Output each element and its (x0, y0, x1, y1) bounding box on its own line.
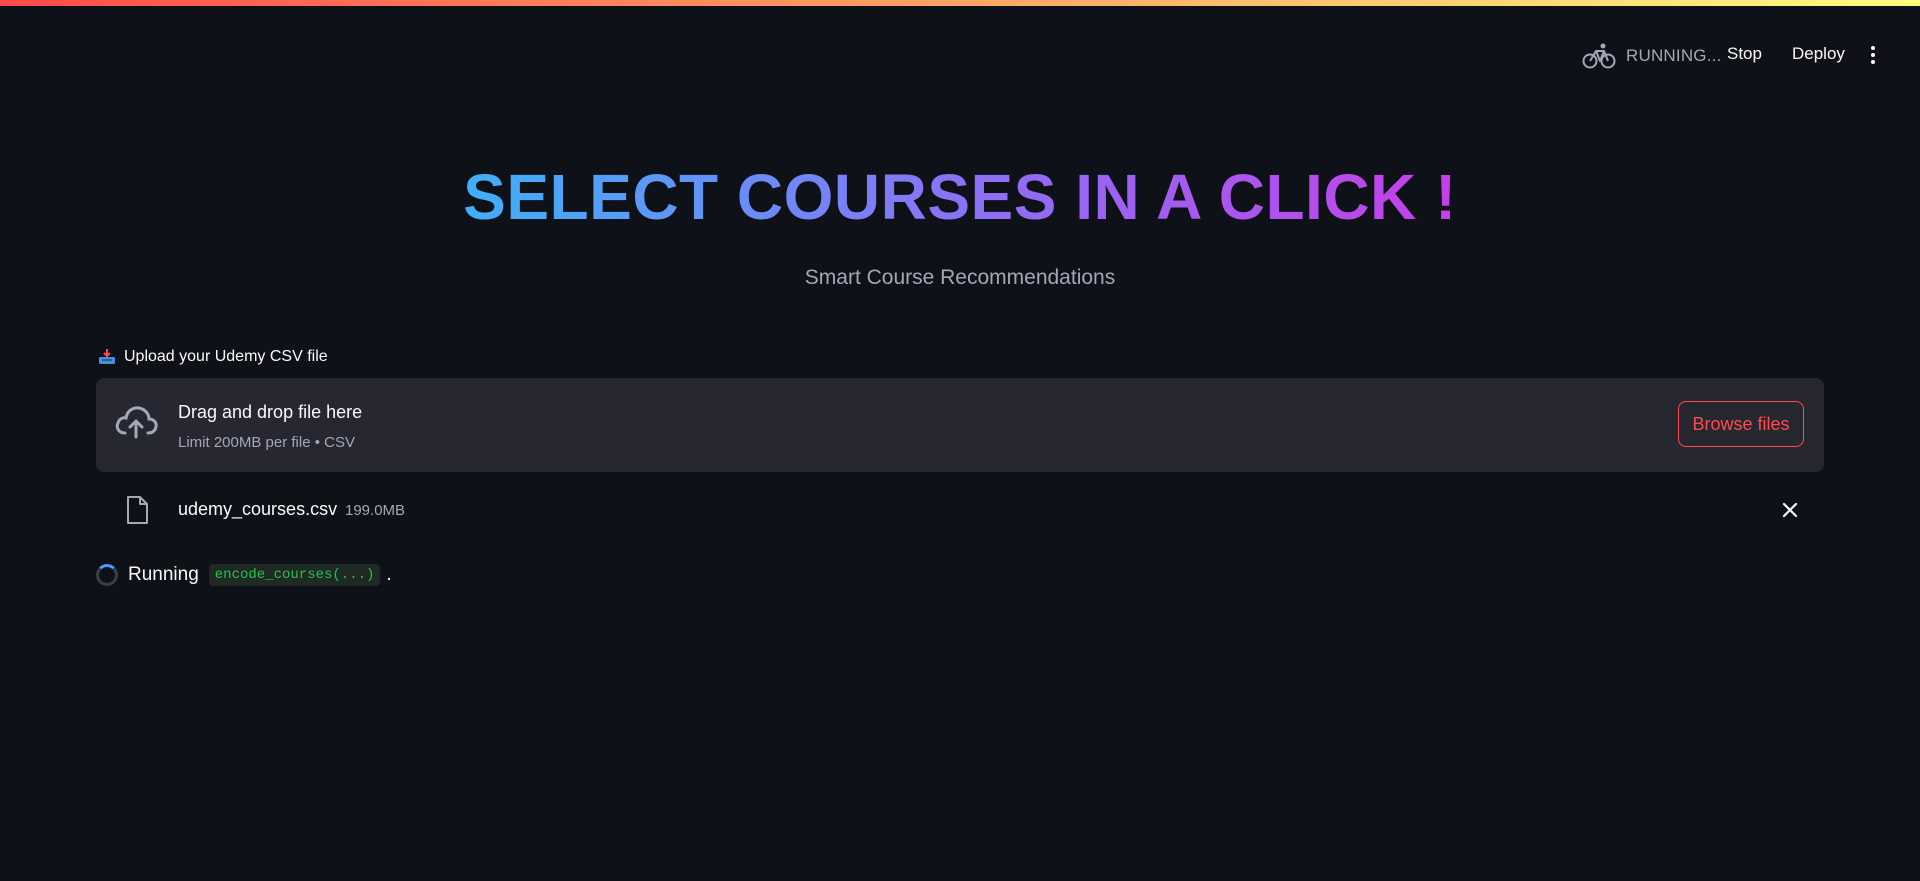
stop-button[interactable]: Stop (1727, 44, 1762, 64)
file-size: 199.0MB (345, 502, 406, 519)
file-name: udemy_courses.csv (178, 499, 338, 519)
dropzone-title: Drag and drop file here (178, 402, 363, 422)
running-label: Running (128, 564, 199, 585)
file-dropzone[interactable]: Drag and drop file here Limit 200MB per … (96, 378, 1824, 472)
uploaded-file-row: udemy_courses.csv 199.0MB (96, 492, 1824, 528)
spinner-icon (96, 564, 118, 586)
file-icon (127, 496, 148, 524)
app-header: RUNNING... Stop Deploy (0, 6, 1920, 92)
running-suffix: . (386, 564, 392, 585)
running-status-text: RUNNING... (1626, 46, 1722, 65)
uploader-label: Upload your Udemy CSV file (98, 348, 328, 366)
cloud-upload-icon (115, 406, 158, 439)
uploader-label-text: Upload your Udemy CSV file (124, 348, 328, 365)
dropzone-limit-text: Limit 200MB per file • CSV (178, 434, 355, 451)
page-title: SELECT COURSES IN A CLICK ! (0, 160, 1920, 234)
page-title-text: SELECT COURSES IN A CLICK ! (463, 161, 1457, 233)
running-indicator: Running encode_courses(...) . (96, 560, 392, 590)
running-status: RUNNING... (1582, 42, 1722, 70)
page-subtitle: Smart Course Recommendations (804, 266, 1116, 289)
close-icon[interactable] (1782, 502, 1798, 518)
bicycle-icon (1582, 43, 1616, 69)
deploy-button[interactable]: Deploy (1792, 44, 1845, 64)
inbox-tray-icon (99, 349, 115, 364)
browse-files-button[interactable]: Browse files (1678, 401, 1804, 447)
running-function-call: encode_courses(...) (208, 564, 381, 586)
kebab-menu-icon[interactable] (1866, 44, 1880, 66)
